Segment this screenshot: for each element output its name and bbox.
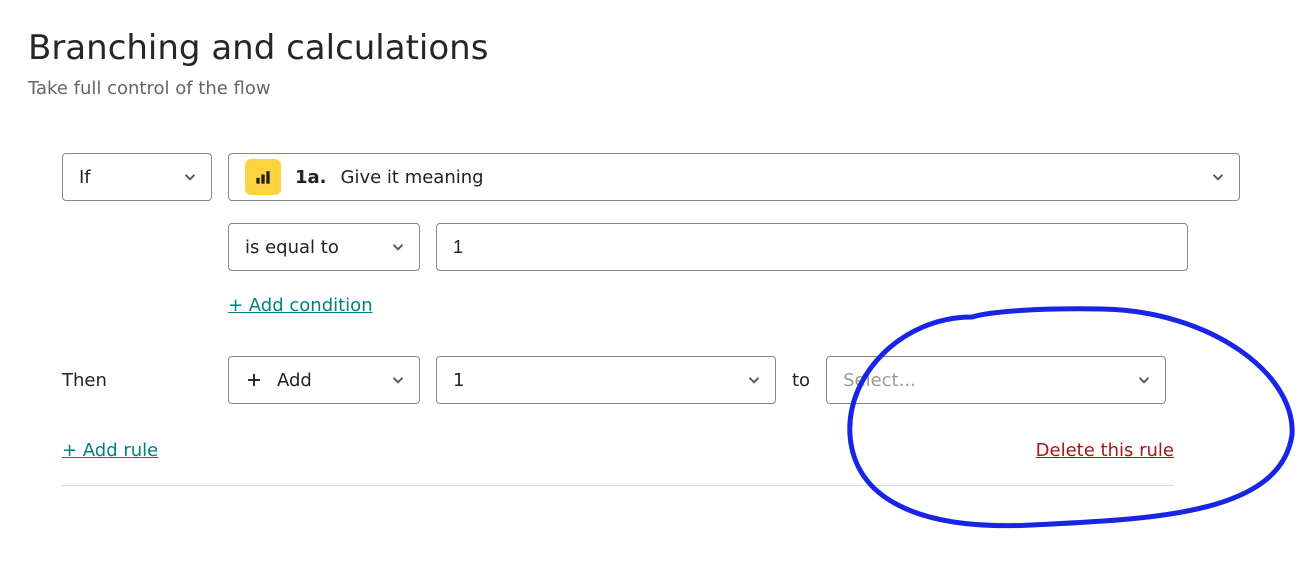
if-selector[interactable]: If	[62, 153, 212, 201]
plus-icon	[245, 371, 263, 389]
chevron-down-icon	[1209, 168, 1227, 186]
to-label: to	[792, 370, 810, 391]
action-value-label: 1	[453, 370, 464, 391]
comparator-label: is equal to	[245, 237, 339, 258]
chevron-down-icon	[389, 238, 407, 256]
chevron-down-icon	[181, 168, 199, 186]
chevron-down-icon	[1135, 371, 1153, 389]
chevron-down-icon	[389, 371, 407, 389]
poll-icon	[245, 159, 281, 195]
comparator-selector[interactable]: is equal to	[228, 223, 420, 271]
action-label: Add	[277, 370, 312, 391]
delete-rule-link[interactable]: Delete this rule	[1036, 440, 1174, 461]
add-condition-link[interactable]: + Add condition	[228, 295, 373, 316]
then-label: Then	[62, 370, 212, 391]
action-selector[interactable]: Add	[228, 356, 420, 404]
destination-placeholder: Select...	[843, 370, 916, 391]
page-subtitle: Take full control of the flow	[28, 78, 1280, 99]
compare-value-input[interactable]	[436, 223, 1188, 271]
chevron-down-icon	[745, 371, 763, 389]
question-selector[interactable]: 1a. Give it meaning	[228, 153, 1240, 201]
page-title: Branching and calculations	[28, 28, 1280, 68]
action-value-selector[interactable]: 1	[436, 356, 776, 404]
if-selector-label: If	[79, 167, 91, 188]
add-rule-link[interactable]: + Add rule	[62, 440, 158, 461]
destination-selector[interactable]: Select...	[826, 356, 1166, 404]
question-number: 1a.	[295, 167, 327, 188]
question-text: Give it meaning	[341, 167, 1195, 188]
